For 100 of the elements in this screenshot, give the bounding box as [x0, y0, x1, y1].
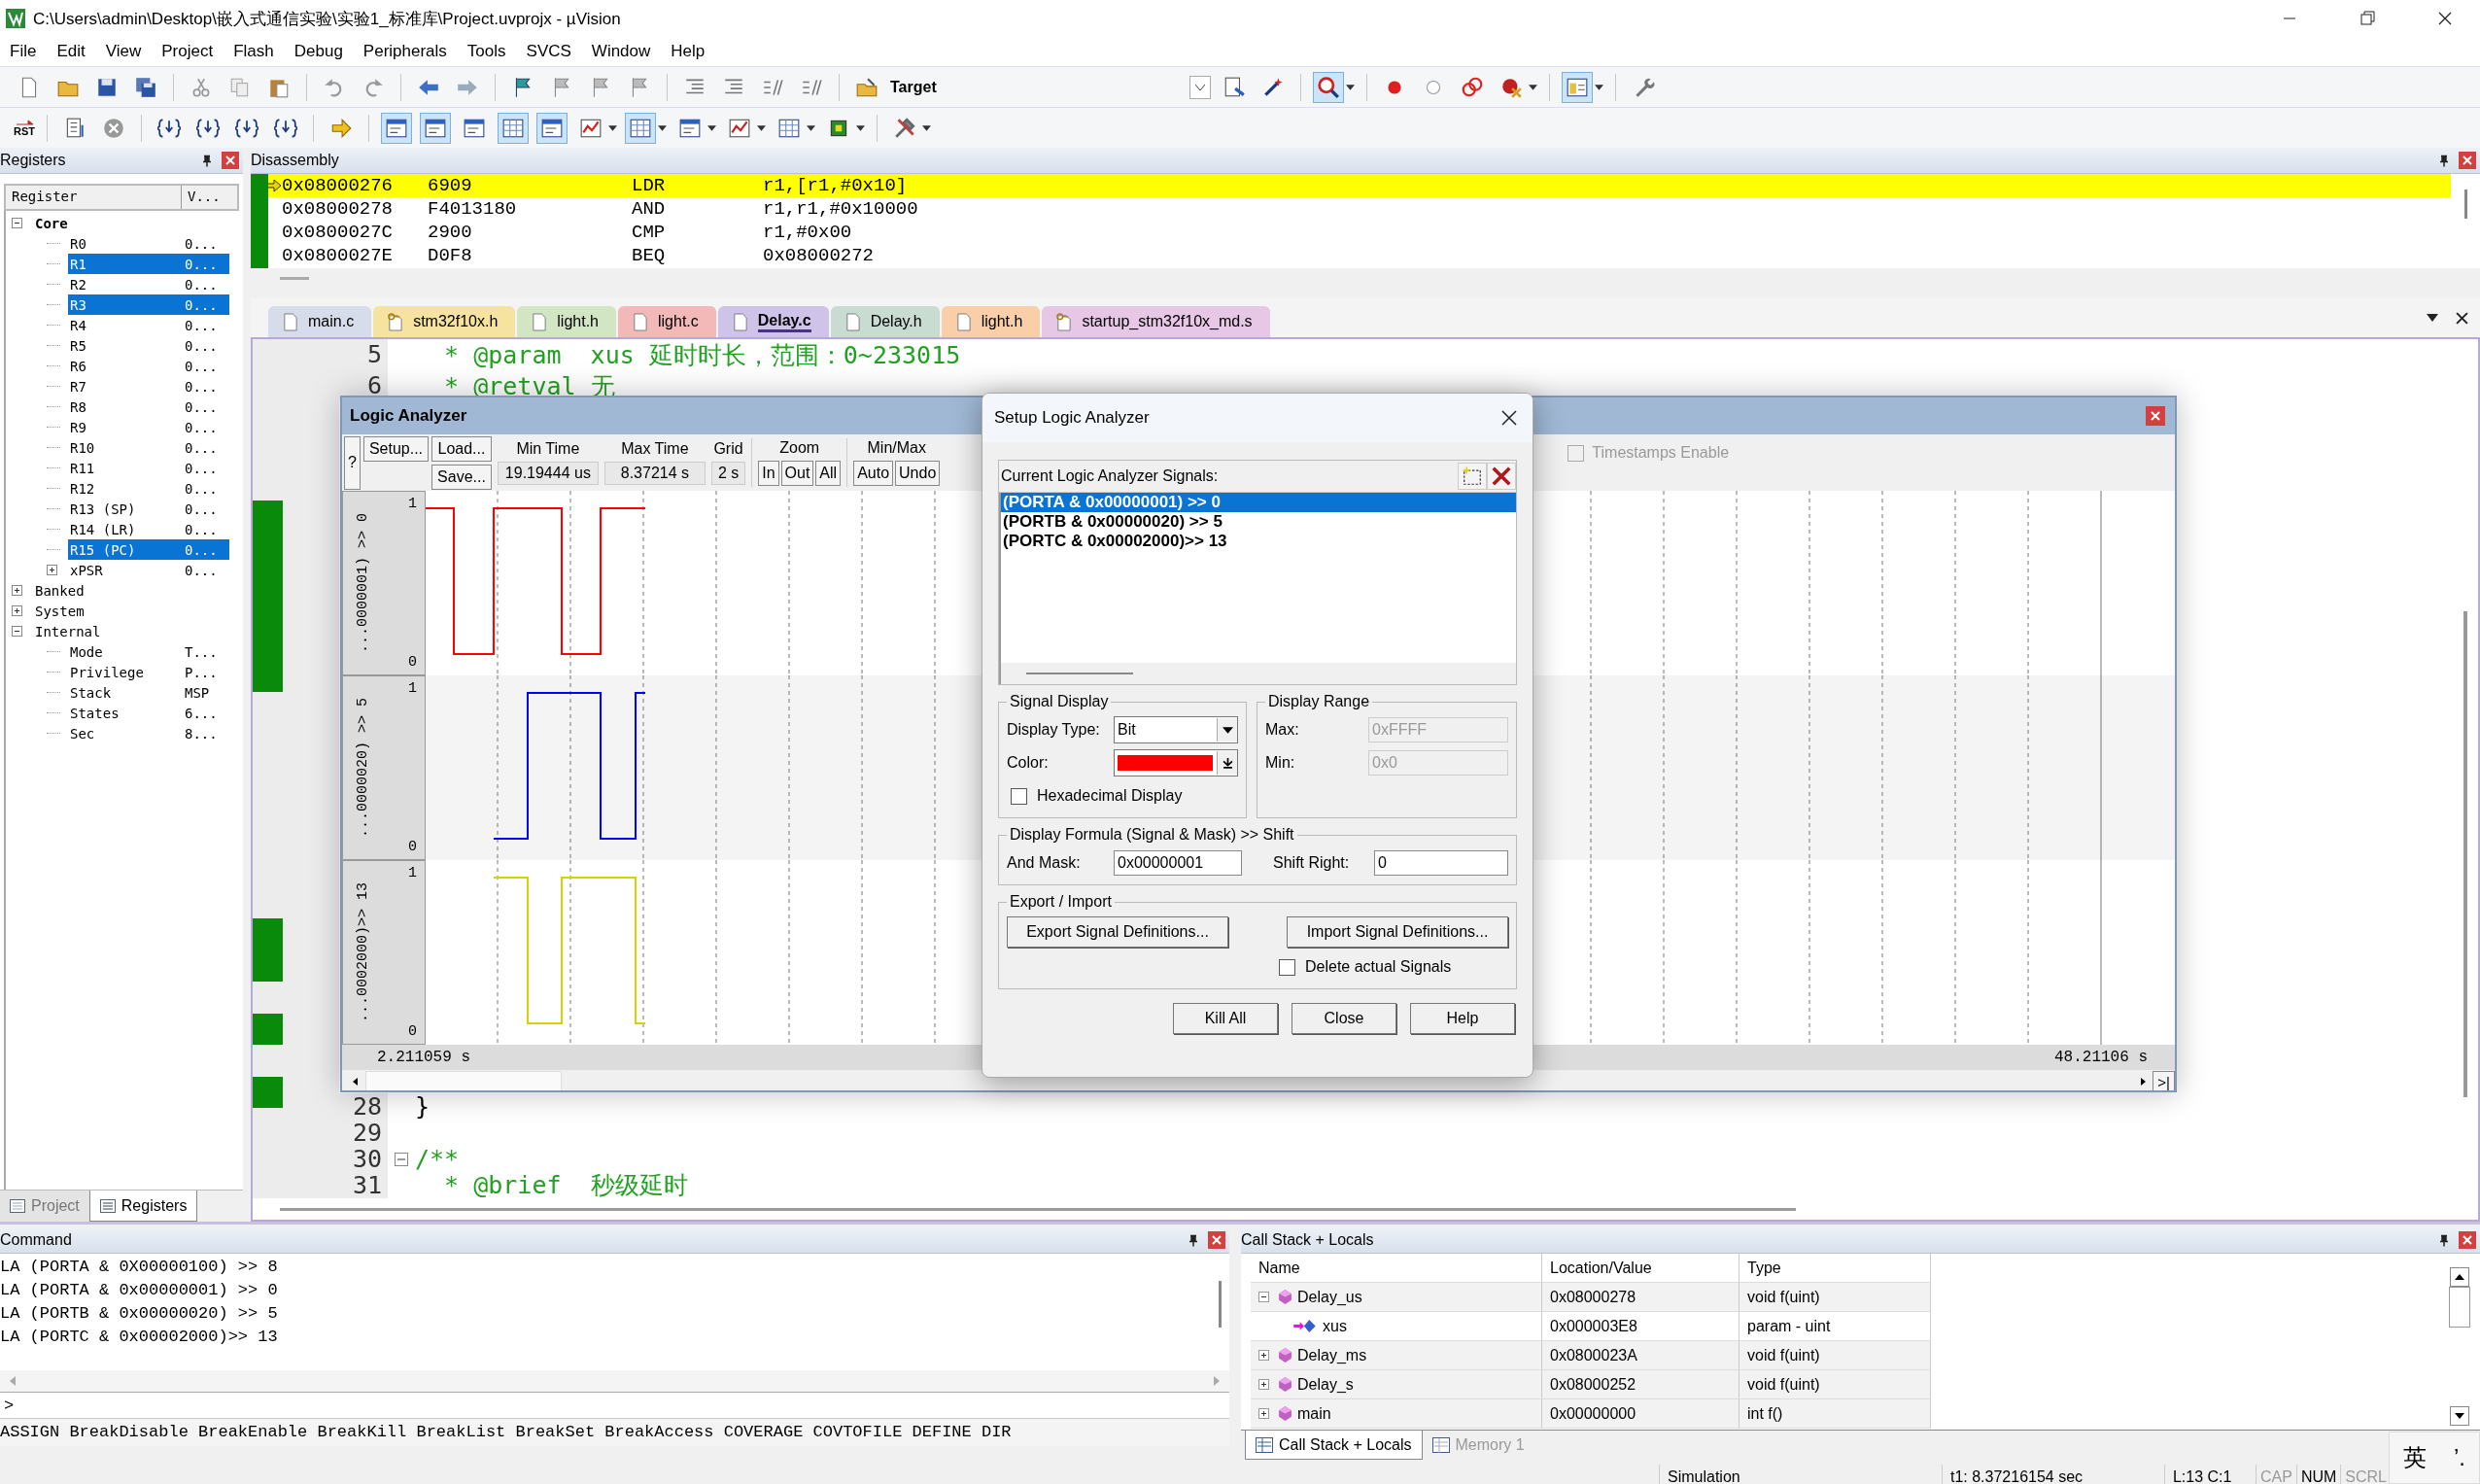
- pin-icon[interactable]: [1188, 1233, 1198, 1247]
- register-row[interactable]: R6 0...: [68, 356, 229, 376]
- scrollbar-thumb[interactable]: [280, 277, 309, 281]
- caret-icon[interactable]: [922, 124, 931, 131]
- caret-icon[interactable]: [707, 124, 716, 131]
- file-tab[interactable]: Delay.c: [717, 306, 829, 337]
- menu-item[interactable]: Project: [154, 42, 226, 61]
- display-type-dropdown[interactable]: Bit: [1114, 716, 1238, 743]
- register-row[interactable]: Core: [33, 213, 229, 233]
- scrollbar-thumb[interactable]: [2463, 611, 2467, 1097]
- column-header[interactable]: Type: [1739, 1254, 1931, 1283]
- caret-icon[interactable]: [856, 124, 865, 131]
- file-tab[interactable]: main.c: [268, 306, 372, 337]
- shift-field[interactable]: 0: [1374, 850, 1508, 876]
- register-row[interactable]: R9 0...: [68, 417, 229, 437]
- scrollbar-thumb[interactable]: [1218, 1281, 1222, 1328]
- file-tab[interactable]: startup_stm32f10x_md.s: [1042, 306, 1270, 337]
- caret-icon[interactable]: [807, 124, 815, 131]
- hex-checkbox[interactable]: [1011, 787, 1027, 805]
- ime-language-button[interactable]: 英: [2403, 1442, 2427, 1473]
- menu-item[interactable]: Peripherals: [355, 42, 460, 61]
- menu-item[interactable]: Debug: [286, 42, 356, 61]
- menu-item[interactable]: File: [2, 42, 50, 61]
- restore-icon[interactable]: [2358, 9, 2377, 28]
- ime-punctuation-button[interactable]: ’.: [2454, 1444, 2465, 1471]
- signal-item[interactable]: (PORTC & 0x00002000)>> 13: [1001, 532, 1516, 551]
- registers-window-icon[interactable]: [498, 112, 529, 144]
- import-button[interactable]: Import Signal Definitions...: [1287, 916, 1508, 948]
- menu-item[interactable]: Help: [663, 42, 718, 61]
- signal-item[interactable]: (PORTA & 0x00000001) >> 0: [1001, 493, 1516, 512]
- caret-icon[interactable]: [658, 124, 667, 131]
- menu-item[interactable]: Tools: [459, 42, 519, 61]
- register-row[interactable]: Privilege P...: [68, 662, 229, 682]
- file-tab[interactable]: light.h: [517, 306, 616, 337]
- register-row[interactable]: R11 0...: [68, 458, 229, 478]
- help-button[interactable]: ?: [344, 435, 361, 490]
- scroll-up-icon[interactable]: [2450, 1267, 2469, 1287]
- disassembly-row[interactable]: 0x0800027E D0F8 BEQ 0x08000272: [268, 244, 2451, 267]
- close-icon[interactable]: [2456, 311, 2468, 325]
- caret-icon[interactable]: [757, 124, 766, 131]
- register-row[interactable]: R4 0...: [68, 315, 229, 335]
- color-picker[interactable]: [1114, 749, 1238, 777]
- scrollbar-thumb[interactable]: [280, 1207, 1796, 1211]
- dialog-button[interactable]: Close: [1292, 1003, 1396, 1034]
- caret-icon[interactable]: [608, 124, 617, 131]
- memory-window-icon[interactable]: [625, 112, 656, 144]
- target-dropdown[interactable]: [1189, 75, 1211, 99]
- file-tab[interactable]: stm32f10x.h: [373, 306, 516, 337]
- dialog-button[interactable]: Help: [1410, 1003, 1515, 1034]
- zoom-button[interactable]: In: [758, 461, 779, 486]
- disassembly-row[interactable]: 0x08000278 F4013180 AND r1,r1,#0x10000: [268, 197, 2451, 221]
- register-row[interactable]: Banked: [33, 580, 229, 601]
- panel-tab[interactable]: Call Stack + Locals: [1245, 1431, 1423, 1460]
- register-row[interactable]: R7 0...: [68, 376, 229, 397]
- zoom-button[interactable]: Out: [780, 461, 814, 486]
- command-input[interactable]: >: [0, 1392, 1229, 1418]
- call-stack-window-icon[interactable]: [536, 112, 568, 144]
- dialog-button[interactable]: Kill All: [1173, 1003, 1278, 1034]
- range-button[interactable]: Auto: [853, 461, 894, 486]
- collapse-toggle[interactable]: [1258, 1292, 1269, 1302]
- register-row[interactable]: R12 0...: [68, 478, 229, 499]
- menu-item[interactable]: Window: [583, 42, 664, 61]
- menu-item[interactable]: Flash: [225, 42, 287, 61]
- register-row[interactable]: R3 0...: [68, 294, 229, 315]
- column-header[interactable]: Name: [1251, 1254, 1542, 1283]
- disassembly-row[interactable]: 0x08000276 6909 LDR r1,[r1,#0x10]: [268, 174, 2451, 197]
- pin-icon[interactable]: [202, 154, 212, 167]
- scroll-to-end-button[interactable]: >|: [2153, 1071, 2175, 1090]
- register-row[interactable]: R0 0...: [68, 233, 229, 254]
- register-row[interactable]: Internal: [33, 621, 229, 641]
- file-tab[interactable]: Delay.h: [830, 306, 940, 337]
- register-row[interactable]: R13 (SP) 0...: [68, 499, 229, 519]
- setup-button[interactable]: Setup...: [362, 435, 430, 462]
- register-row[interactable]: Mode T...: [68, 641, 229, 662]
- file-tab[interactable]: light.c: [618, 306, 716, 337]
- dropdown-icon[interactable]: [2427, 314, 2438, 322]
- menu-item[interactable]: Edit: [49, 42, 98, 61]
- caret-icon[interactable]: [1346, 84, 1355, 90]
- expand-toggle[interactable]: [1258, 1350, 1269, 1361]
- expand-toggle[interactable]: [1258, 1379, 1269, 1390]
- file-tab[interactable]: light.h: [941, 306, 1041, 337]
- panel-tab[interactable]: Registers: [88, 1191, 198, 1222]
- register-row[interactable]: Stack MSP: [68, 682, 229, 703]
- expand-toggle[interactable]: [1258, 1408, 1269, 1419]
- register-row[interactable]: R10 0...: [68, 437, 229, 458]
- column-header[interactable]: V...: [182, 186, 226, 209]
- menu-item[interactable]: View: [97, 42, 155, 61]
- reset-button[interactable]: RST: [14, 119, 35, 137]
- scrollbar-thumb[interactable]: [2449, 1287, 2470, 1328]
- register-row[interactable]: R8 0...: [68, 397, 229, 417]
- fold-toggle[interactable]: [395, 1152, 408, 1166]
- signal-item[interactable]: (PORTB & 0x00000020) >> 5: [1001, 512, 1516, 532]
- export-button[interactable]: Export Signal Definitions...: [1007, 916, 1228, 948]
- save-button[interactable]: Save...: [431, 464, 492, 490]
- new-signal-icon[interactable]: [1458, 463, 1487, 490]
- register-row[interactable]: R14 (LR) 0...: [68, 519, 229, 539]
- disassembly-window-icon[interactable]: [420, 112, 451, 144]
- column-header[interactable]: Register: [6, 186, 182, 209]
- column-header[interactable]: Location/Value: [1542, 1254, 1739, 1283]
- mask-field[interactable]: 0x00000001: [1114, 850, 1242, 876]
